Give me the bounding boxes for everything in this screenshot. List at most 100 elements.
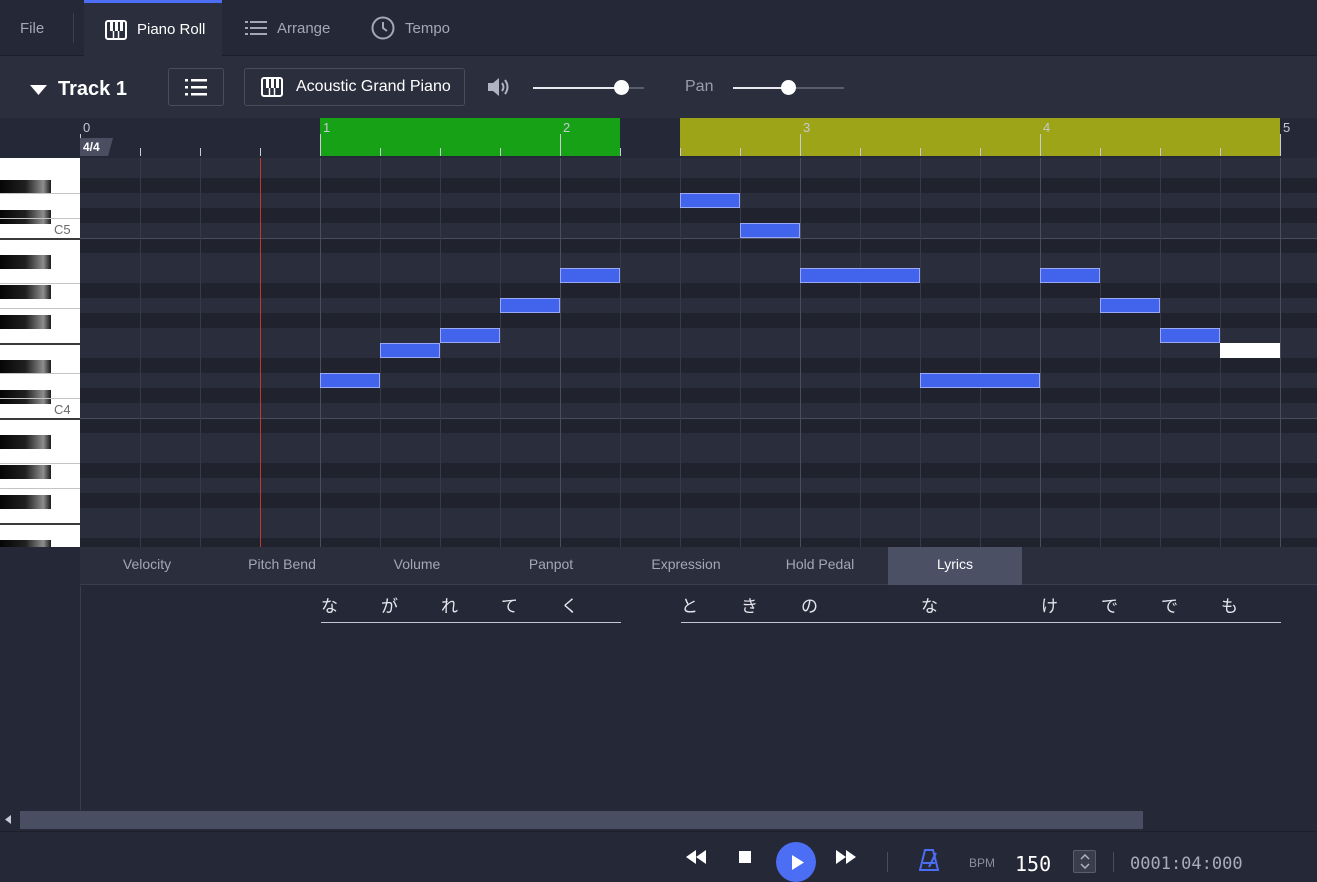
- lyric-syllable[interactable]: で: [1101, 592, 1118, 617]
- volume-slider-knob[interactable]: [614, 80, 630, 95]
- transport-divider: [1113, 852, 1114, 872]
- white-key-divider: [0, 218, 80, 219]
- metronome-button[interactable]: [918, 848, 940, 872]
- note[interactable]: [320, 373, 380, 388]
- tab-divider: [73, 13, 74, 43]
- lyric-syllable[interactable]: れ: [441, 592, 458, 617]
- lyric-syllable[interactable]: も: [1221, 592, 1238, 617]
- tab-hold-pedal[interactable]: Hold Pedal: [753, 547, 887, 585]
- white-key-divider: [0, 308, 80, 309]
- volume-slider[interactable]: [533, 80, 644, 95]
- black-key[interactable]: [0, 255, 51, 269]
- black-key[interactable]: [0, 465, 51, 479]
- ruler-tick: [1040, 134, 1041, 156]
- position-display: 0001:04:000: [1130, 854, 1243, 874]
- bpm-stepper[interactable]: [1073, 850, 1096, 873]
- lyric-syllable[interactable]: な: [921, 592, 938, 617]
- track-list-button[interactable]: [168, 68, 224, 106]
- note[interactable]: [380, 343, 440, 358]
- note-grid[interactable]: [80, 158, 1317, 547]
- grid-row: [80, 223, 1317, 238]
- ruler-tick: [740, 148, 741, 156]
- track-selector[interactable]: Track 1: [30, 78, 127, 101]
- note-selected[interactable]: [1220, 343, 1280, 358]
- list-icon: [185, 78, 207, 96]
- note[interactable]: [1160, 328, 1220, 343]
- lyric-syllable[interactable]: き: [741, 592, 758, 617]
- note[interactable]: [1040, 268, 1100, 283]
- chevron-up-icon[interactable]: [1079, 854, 1090, 860]
- ruler-tick: [320, 134, 321, 156]
- tab-arrange[interactable]: Arrange: [245, 0, 330, 56]
- tab-file[interactable]: File: [20, 0, 44, 56]
- chevron-down-icon[interactable]: [1079, 863, 1090, 869]
- pan-slider-knob[interactable]: [781, 80, 796, 95]
- pan-slider[interactable]: [733, 80, 844, 95]
- black-key[interactable]: [0, 285, 51, 299]
- ruler-tick: [260, 148, 261, 156]
- note[interactable]: [440, 328, 500, 343]
- lyric-syllable[interactable]: と: [681, 592, 698, 617]
- grid-row: [80, 238, 1317, 253]
- volume-icon[interactable]: [487, 76, 511, 98]
- lyric-syllable[interactable]: て: [501, 592, 518, 617]
- lyric-syllable[interactable]: の: [801, 592, 818, 617]
- scrollbar-thumb[interactable]: [20, 811, 1143, 829]
- black-key[interactable]: [0, 210, 51, 224]
- lyric-phrase-line: [321, 622, 621, 623]
- note[interactable]: [560, 268, 620, 283]
- black-key[interactable]: [0, 540, 51, 547]
- tab-velocity[interactable]: Velocity: [80, 547, 214, 585]
- black-key[interactable]: [0, 435, 51, 449]
- note[interactable]: [740, 223, 800, 238]
- black-key[interactable]: [0, 180, 51, 194]
- tab-volume[interactable]: Volume: [350, 547, 484, 585]
- tab-lyrics[interactable]: Lyrics: [888, 547, 1022, 585]
- lyric-syllable[interactable]: け: [1041, 592, 1058, 617]
- fast-forward-button[interactable]: [834, 846, 858, 868]
- time-signature-badge[interactable]: 4/4: [80, 138, 113, 156]
- timeline-ruler[interactable]: 0 1 2 3 4 5 4/4: [80, 118, 1317, 158]
- caret-down-icon: [30, 84, 47, 95]
- play-button[interactable]: [776, 842, 816, 882]
- rewind-button[interactable]: [684, 846, 708, 868]
- bpm-value[interactable]: 150: [1015, 852, 1051, 876]
- grid-row: [80, 538, 1317, 547]
- black-key[interactable]: [0, 390, 51, 404]
- note[interactable]: [800, 268, 920, 283]
- tab-tempo[interactable]: Tempo: [371, 0, 450, 56]
- loop-region-1[interactable]: [320, 118, 620, 156]
- tab-panpot[interactable]: Panpot: [484, 547, 618, 585]
- lyrics-area[interactable]: な が れ て く と き の な け で で も: [80, 586, 1317, 810]
- metronome-icon: [919, 849, 939, 871]
- measure-label-0: 0: [83, 120, 91, 135]
- note[interactable]: [1100, 298, 1160, 313]
- stop-button[interactable]: [734, 846, 756, 868]
- grid-row: [80, 448, 1317, 463]
- key-label-c4: C4: [54, 402, 71, 417]
- lyric-syllable[interactable]: で: [1161, 592, 1178, 617]
- piano-keyboard[interactable]: C5 C4: [0, 158, 80, 547]
- grid-beat-line: [320, 158, 321, 547]
- note[interactable]: [500, 298, 560, 313]
- white-key-divider: [0, 373, 80, 374]
- instrument-button[interactable]: Acoustic Grand Piano: [244, 68, 465, 106]
- note[interactable]: [680, 193, 740, 208]
- playhead[interactable]: [260, 158, 261, 547]
- bpm-label: BPM: [969, 856, 996, 870]
- black-key[interactable]: [0, 360, 51, 374]
- note[interactable]: [920, 373, 1040, 388]
- lyric-syllable[interactable]: く: [561, 592, 578, 617]
- grid-beat-line: [560, 158, 561, 547]
- tab-pitch-bend[interactable]: Pitch Bend: [215, 547, 349, 585]
- tab-expression[interactable]: Expression: [619, 547, 753, 585]
- piano-icon: [105, 19, 127, 40]
- black-key[interactable]: [0, 495, 51, 509]
- ruler-tick: [1100, 148, 1101, 156]
- tab-piano-roll[interactable]: Piano Roll: [84, 0, 222, 56]
- lyric-syllable[interactable]: が: [381, 592, 398, 617]
- black-key[interactable]: [0, 315, 51, 329]
- lyric-syllable[interactable]: な: [321, 592, 338, 617]
- horizontal-scrollbar[interactable]: [0, 810, 1317, 830]
- scroll-left-icon[interactable]: [5, 815, 11, 824]
